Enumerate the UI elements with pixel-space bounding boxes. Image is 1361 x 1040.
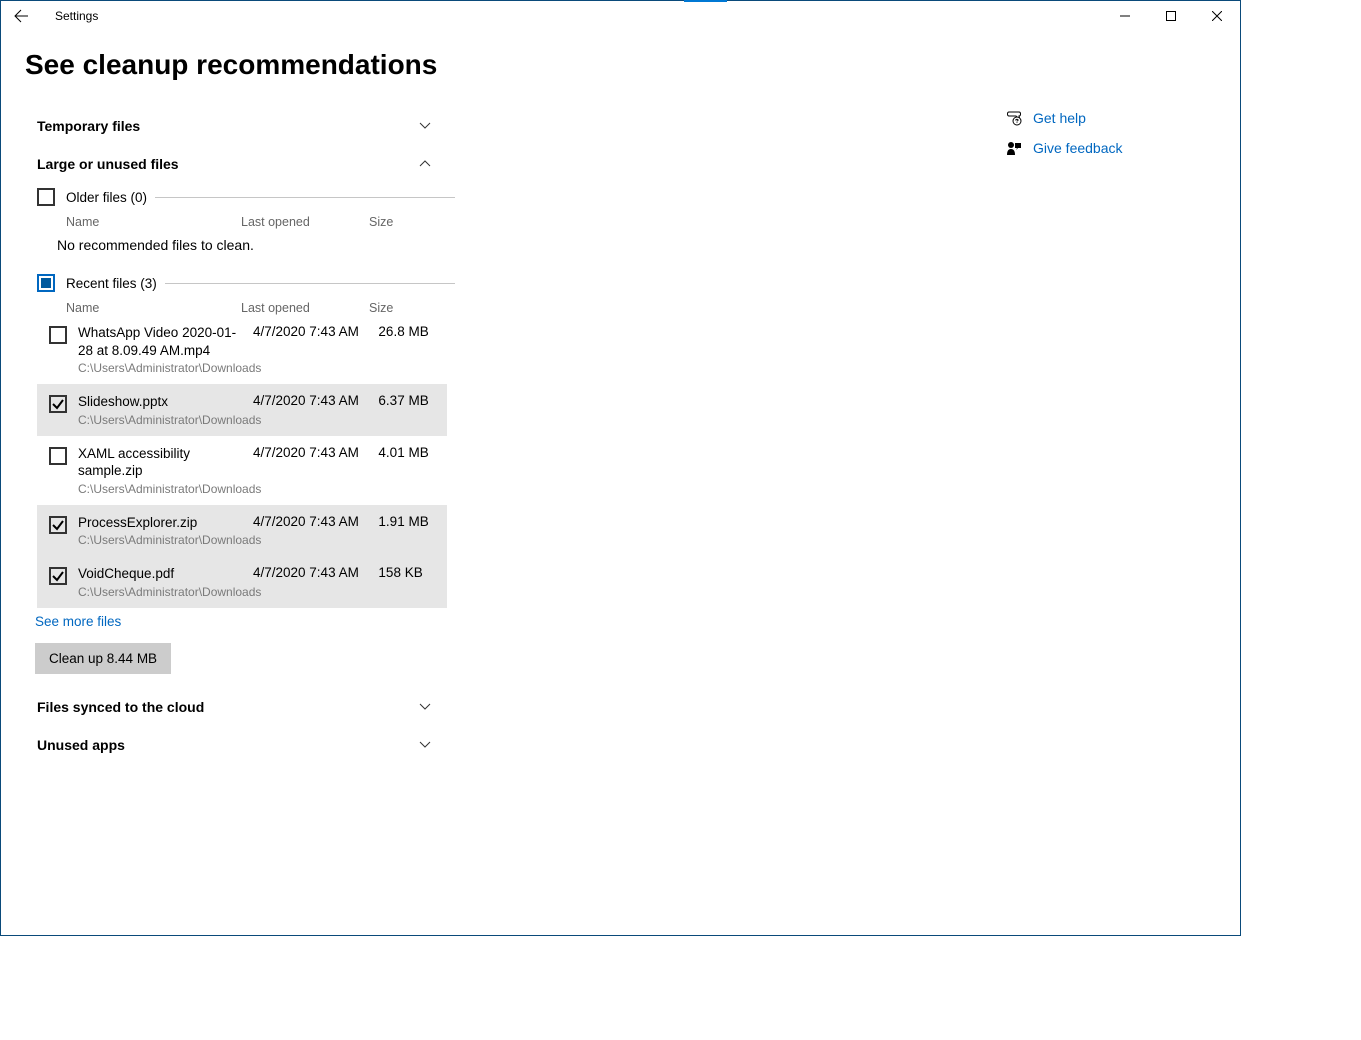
recent-files-checkbox-indeterminate[interactable] <box>37 274 55 292</box>
file-name-block: VoidCheque.pdf C:\Users\Administrator\Dow… <box>78 565 253 599</box>
file-last-opened: 4/7/2020 7:43 AM <box>253 565 378 580</box>
close-icon <box>1212 11 1222 21</box>
file-checkbox[interactable] <box>49 326 67 344</box>
arrow-left-icon <box>13 8 29 24</box>
close-button[interactable] <box>1194 1 1240 31</box>
feedback-icon <box>1003 140 1025 156</box>
get-help-link[interactable]: Get help <box>1003 103 1223 133</box>
file-name: Slideshow.pptx <box>78 393 247 411</box>
section-large-unused[interactable]: Large or unused files <box>37 145 435 183</box>
section-label: Temporary files <box>37 118 140 134</box>
file-row[interactable]: WhatsApp Video 2020-01-28 at 8.09.49 AM.… <box>37 315 447 384</box>
file-last-opened: 4/7/2020 7:43 AM <box>253 514 378 529</box>
content-area: See cleanup recommendations Temporary fi… <box>1 31 1240 935</box>
chevron-down-icon <box>415 120 435 132</box>
file-checkbox[interactable] <box>49 516 67 534</box>
file-size: 158 KB <box>378 565 447 580</box>
file-size: 4.01 MB <box>378 445 447 460</box>
divider <box>155 197 455 198</box>
older-files-checkbox[interactable] <box>37 188 55 206</box>
file-name-block: XAML accessibility sample.zip C:\Users\Ad… <box>78 445 253 496</box>
file-path: C:\Users\Administrator\Downloads <box>78 533 247 547</box>
file-last-opened: 4/7/2020 7:43 AM <box>253 324 378 339</box>
aside-links: Get help Give feedback <box>1003 103 1223 163</box>
older-files-title: Older files (0) <box>66 190 147 205</box>
recent-files-list: WhatsApp Video 2020-01-28 at 8.09.49 AM.… <box>37 315 455 608</box>
col-name: Name <box>66 215 241 229</box>
chevron-up-icon <box>415 158 435 170</box>
file-name: ProcessExplorer.zip <box>78 514 247 532</box>
file-path: C:\Users\Administrator\Downloads <box>78 585 247 599</box>
file-path: C:\Users\Administrator\Downloads <box>78 413 247 427</box>
divider <box>165 283 455 284</box>
section-unused-apps[interactable]: Unused apps <box>37 726 435 764</box>
file-name: VoidCheque.pdf <box>78 565 247 583</box>
help-icon <box>1003 110 1025 126</box>
file-checkbox[interactable] <box>49 395 67 413</box>
file-row[interactable]: Slideshow.pptx C:\Users\Administrator\Dow… <box>37 384 447 436</box>
col-opened: Last opened <box>241 301 369 315</box>
file-last-opened: 4/7/2020 7:43 AM <box>253 393 378 408</box>
file-path: C:\Users\Administrator\Downloads <box>78 361 247 375</box>
window-controls <box>1102 1 1240 31</box>
col-size: Size <box>369 215 429 229</box>
give-feedback-link[interactable]: Give feedback <box>1003 133 1223 163</box>
col-size: Size <box>369 301 429 315</box>
file-size: 26.8 MB <box>378 324 447 339</box>
section-label: Files synced to the cloud <box>37 699 204 715</box>
main-column: See cleanup recommendations Temporary fi… <box>25 43 455 935</box>
page-title: See cleanup recommendations <box>25 49 625 81</box>
file-row[interactable]: VoidCheque.pdf C:\Users\Administrator\Dow… <box>37 556 447 608</box>
titlebar: Settings <box>1 1 1240 31</box>
file-name-block: Slideshow.pptx C:\Users\Administrator\Dow… <box>78 393 253 427</box>
chevron-down-icon <box>415 701 435 713</box>
section-temporary-files[interactable]: Temporary files <box>37 107 435 145</box>
settings-window: Settings See cleanup recommendations Tem… <box>0 0 1241 936</box>
window-title: Settings <box>41 9 98 23</box>
file-last-opened: 4/7/2020 7:43 AM <box>253 445 378 460</box>
recent-files-title: Recent files (3) <box>66 276 157 291</box>
see-more-files-link[interactable]: See more files <box>35 614 121 629</box>
col-name: Name <box>66 301 241 315</box>
chevron-down-icon <box>415 739 435 751</box>
file-name: WhatsApp Video 2020-01-28 at 8.09.49 AM.… <box>78 324 247 359</box>
column-headers: Name Last opened Size <box>66 301 455 315</box>
file-size: 1.91 MB <box>378 514 447 529</box>
file-name-block: ProcessExplorer.zipC:\Users\Administrato… <box>78 514 253 548</box>
col-opened: Last opened <box>241 215 369 229</box>
maximize-icon <box>1166 11 1176 21</box>
file-size: 6.37 MB <box>378 393 447 408</box>
minimize-icon <box>1120 11 1130 21</box>
older-empty-message: No recommended files to clean. <box>57 237 455 253</box>
maximize-button[interactable] <box>1148 1 1194 31</box>
recent-files-group: Recent files (3) Name Last opened Size W… <box>37 271 455 608</box>
minimize-button[interactable] <box>1102 1 1148 31</box>
back-button[interactable] <box>1 1 41 31</box>
file-path: C:\Users\Administrator\Downloads <box>78 482 247 496</box>
column-headers: Name Last opened Size <box>66 215 455 229</box>
window-accent <box>684 0 727 2</box>
section-label: Large or unused files <box>37 156 179 172</box>
section-files-synced[interactable]: Files synced to the cloud <box>37 688 435 726</box>
cleanup-button[interactable]: Clean up 8.44 MB <box>35 643 171 674</box>
file-name-block: WhatsApp Video 2020-01-28 at 8.09.49 AM.… <box>78 324 253 375</box>
section-label: Unused apps <box>37 737 125 753</box>
file-checkbox[interactable] <box>49 447 67 465</box>
file-name: XAML accessibility sample.zip <box>78 445 247 480</box>
older-files-group: Older files (0) Name Last opened Size No… <box>37 185 455 253</box>
file-row[interactable]: XAML accessibility sample.zip C:\Users\Ad… <box>37 436 447 505</box>
feedback-label: Give feedback <box>1033 140 1123 156</box>
file-checkbox[interactable] <box>49 567 67 585</box>
help-label: Get help <box>1033 110 1086 126</box>
file-row[interactable]: ProcessExplorer.zipC:\Users\Administrato… <box>37 505 447 557</box>
